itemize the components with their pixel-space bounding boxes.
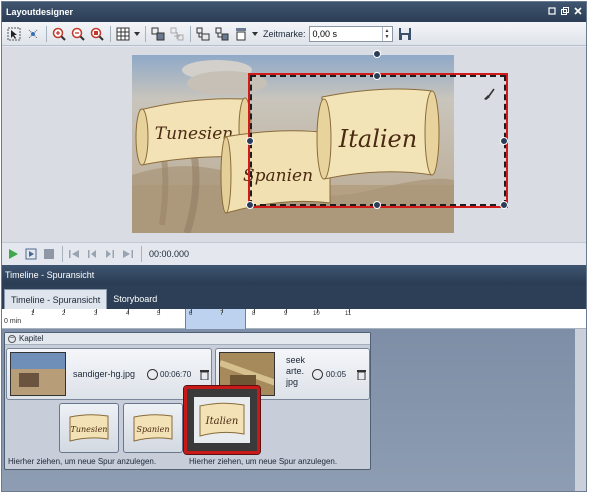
ruler-tick-label: 7 xyxy=(220,311,224,317)
title-clip-italien-selected[interactable]: Italien xyxy=(183,385,261,455)
restore-icon[interactable] xyxy=(559,6,571,18)
clip-name-line: seek xyxy=(286,355,306,365)
time-marker-value: 0,00 s xyxy=(312,28,338,39)
trash-icon[interactable] xyxy=(200,369,209,381)
timeline-tabs: Timeline - Spuransicht Storyboard xyxy=(2,285,586,309)
play-icon[interactable] xyxy=(5,246,21,262)
ruler-playhead-range[interactable] xyxy=(185,309,246,329)
title-clip-tunesien[interactable]: Tunesien xyxy=(59,403,119,453)
grid-icon[interactable] xyxy=(114,25,132,43)
clock-icon xyxy=(312,369,323,380)
clip-name-line: jpg xyxy=(286,377,299,387)
tab-timeline[interactable]: Timeline - Spuransicht xyxy=(4,289,108,309)
toolbar-separator xyxy=(145,25,146,42)
playback-time: 00:00.000 xyxy=(149,248,190,259)
time-spinner[interactable]: ▲ ▼ xyxy=(381,26,392,41)
layout-toolbar: Zeitmarke: 0,00 s ▲ ▼ xyxy=(2,22,586,46)
position-dropdown-icon[interactable] xyxy=(251,25,259,43)
ruler-tick-label: 6 xyxy=(189,311,193,317)
clip-name: sandiger-hg.jpg xyxy=(73,369,136,379)
ruler-tick-label: 1 xyxy=(31,311,35,317)
trash-icon[interactable] xyxy=(357,369,366,381)
group-icon[interactable] xyxy=(149,25,167,43)
ruler-tick-label: 11 xyxy=(345,311,352,317)
ruler-tick-label: 9 xyxy=(284,311,288,317)
window-title-bar: Layoutdesigner xyxy=(2,2,586,22)
toolbar-separator xyxy=(141,245,142,262)
skip-start-icon[interactable] xyxy=(66,246,82,262)
timeline-ruler[interactable]: 0 min 1 2 3 4 5 6 7 8 9 10 11 xyxy=(2,309,586,329)
stop-icon[interactable] xyxy=(41,246,57,262)
drop-hint: Hierher ziehen, um neue Spur anzulegen. xyxy=(189,457,338,466)
vertical-scrollbar[interactable] xyxy=(575,329,586,491)
time-marker-label: Zeitmarke: xyxy=(263,28,306,39)
pin-icon[interactable] xyxy=(546,6,558,18)
resize-handle-bottom-left[interactable] xyxy=(246,201,254,209)
timeline-tracks: − Kapitel sandiger-hg.jpg 00:06:70 seek … xyxy=(2,329,586,491)
collapse-icon[interactable]: − xyxy=(8,334,16,343)
title-clip-spanien[interactable]: Spanien xyxy=(123,403,183,453)
ungroup-icon[interactable] xyxy=(168,25,186,43)
ruler-tick-label: 4 xyxy=(126,311,130,317)
step-forward-icon[interactable] xyxy=(102,246,118,262)
clip-sandiger-hg[interactable]: sandiger-hg.jpg 00:06:70 xyxy=(6,348,212,400)
close-icon[interactable] xyxy=(572,6,584,18)
drop-hint: Hierher ziehen, um neue Spur anzulegen. xyxy=(8,457,157,466)
grid-dropdown-icon[interactable] xyxy=(133,25,141,43)
align-icon[interactable] xyxy=(194,25,212,43)
layout-canvas-area: Tunesien Spanien Italien xyxy=(2,47,586,242)
chapter-header: − Kapitel xyxy=(5,333,370,345)
resize-handle-right[interactable] xyxy=(500,137,508,145)
chapter-label: Kapitel xyxy=(19,333,44,343)
resize-handle-top[interactable] xyxy=(373,72,381,80)
zoom-out-icon[interactable] xyxy=(69,25,87,43)
clip-name: seek arte. jpg xyxy=(286,355,305,388)
chapter-object[interactable]: − Kapitel sandiger-hg.jpg 00:06:70 seek … xyxy=(4,332,371,470)
save-icon[interactable] xyxy=(396,25,414,43)
layoutdesigner-window: Layoutdesigner Zeitmarke: 0,00 s ▲ ▼ Tun… xyxy=(1,1,587,492)
ruler-tick-label: 2 xyxy=(62,311,66,317)
resize-handle-bottom-right[interactable] xyxy=(500,201,508,209)
scroll-text-tunesien: Tunesien xyxy=(155,124,233,144)
position-icon[interactable] xyxy=(232,25,250,43)
title-clip-text: Tunesien xyxy=(71,425,108,434)
resize-handle-bottom[interactable] xyxy=(373,201,381,209)
toolbar-separator xyxy=(46,25,47,42)
toolbar-separator xyxy=(190,25,191,42)
select-arrow-icon[interactable] xyxy=(5,25,23,43)
zoom-fit-icon[interactable] xyxy=(88,25,106,43)
ruler-tick-label: 10 xyxy=(313,311,320,317)
ruler-tick-label: 5 xyxy=(157,311,161,317)
play-range-icon[interactable] xyxy=(23,246,39,262)
step-back-icon[interactable] xyxy=(84,246,100,262)
zoom-in-icon[interactable] xyxy=(50,25,68,43)
ruler-unit-label: 0 min xyxy=(4,318,22,325)
toolbar-separator xyxy=(62,245,63,262)
brush-cursor-icon xyxy=(482,87,496,103)
ruler-tick-label: 8 xyxy=(252,311,256,317)
timeline-panel-title: Timeline - Spuransicht xyxy=(2,265,586,285)
tab-storyboard[interactable]: Storyboard xyxy=(107,289,163,309)
window-title: Layoutdesigner xyxy=(6,7,74,17)
skip-end-icon[interactable] xyxy=(120,246,136,262)
rotate-handle[interactable] xyxy=(373,50,381,58)
clip-duration: 00:06:70 xyxy=(160,370,192,379)
title-clip-text: Italien xyxy=(205,416,239,427)
clock-icon xyxy=(147,369,158,380)
clip-duration: 00:05 xyxy=(326,370,347,379)
toolbar-separator xyxy=(110,25,111,42)
ruler-tick-label: 3 xyxy=(94,311,98,317)
playback-controls: 00:00.000 xyxy=(2,242,586,264)
resize-handle-left[interactable] xyxy=(246,137,254,145)
selection-frame[interactable] xyxy=(248,73,508,208)
clip-name-line: arte. xyxy=(286,366,305,376)
node-edit-icon[interactable] xyxy=(24,25,42,43)
clip-thumbnail xyxy=(10,352,66,396)
time-marker-input[interactable]: 0,00 s ▲ ▼ xyxy=(308,25,393,42)
distribute-icon[interactable] xyxy=(213,25,231,43)
title-clip-text: Spanien xyxy=(137,425,170,434)
